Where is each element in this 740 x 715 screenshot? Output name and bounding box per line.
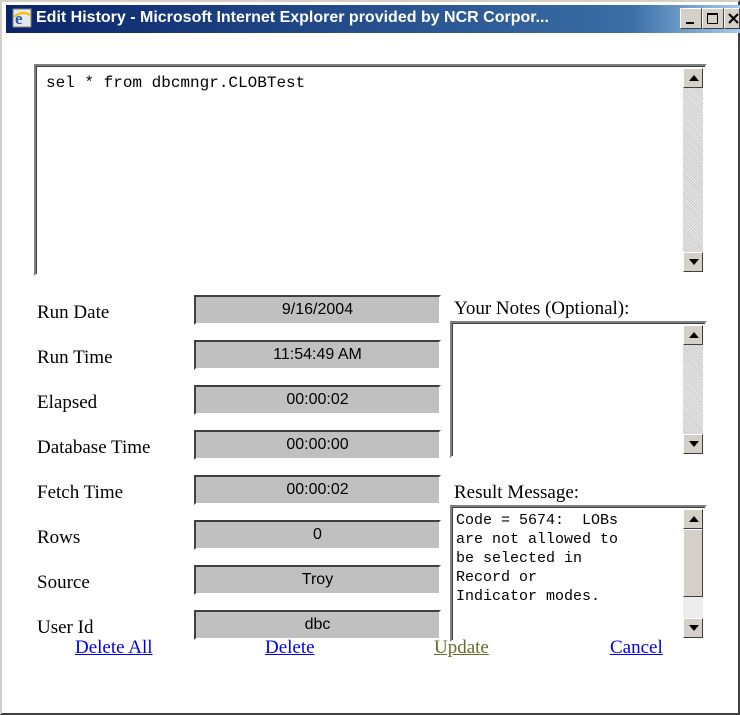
scroll-down-arrow-icon xyxy=(689,625,699,631)
edit-history-window: e Edit History - Microsoft Internet Expl… xyxy=(0,0,740,715)
user-id-label: User Id xyxy=(37,617,94,638)
notes-label: Your Notes (Optional): xyxy=(454,298,630,319)
query-text[interactable]: sel * from dbcmngr.CLOBTest xyxy=(46,74,305,92)
scroll-up-arrow-icon xyxy=(689,516,699,522)
database-time-label: Database Time xyxy=(37,437,151,458)
result-message-text[interactable]: Code = 5674: LOBs are not allowed to be … xyxy=(456,511,686,606)
fetch-time-value: 00:00:02 xyxy=(194,475,441,505)
scroll-down-arrow-icon xyxy=(689,259,699,265)
notes-textarea[interactable] xyxy=(450,321,707,458)
query-scroll-down-button[interactable] xyxy=(683,252,703,272)
svg-text:e: e xyxy=(15,9,23,28)
delete-link[interactable]: Delete xyxy=(265,637,315,659)
maximize-button[interactable] xyxy=(702,8,724,29)
run-date-label: Run Date xyxy=(37,302,110,323)
result-scroll-thumb[interactable] xyxy=(683,529,703,597)
run-time-value: 11:54:49 AM xyxy=(194,340,441,370)
title-bar[interactable]: e Edit History - Microsoft Internet Expl… xyxy=(6,5,740,33)
window-title: Edit History - Microsoft Internet Explor… xyxy=(36,9,549,26)
cancel-link[interactable]: Cancel xyxy=(610,637,663,659)
query-textarea[interactable]: sel * from dbcmngr.CLOBTest xyxy=(34,64,707,276)
elapsed-value: 00:00:02 xyxy=(194,385,441,415)
scroll-up-arrow-icon xyxy=(689,332,699,338)
notes-scroll-up-button[interactable] xyxy=(683,325,703,345)
elapsed-label: Elapsed xyxy=(37,392,98,413)
run-date-value: 9/16/2004 xyxy=(194,295,441,325)
rows-value: 0 xyxy=(194,520,441,550)
notes-scrollbar[interactable] xyxy=(683,325,703,454)
user-id-value: dbc xyxy=(194,610,441,640)
ie-icon: e xyxy=(12,8,32,28)
rows-label: Rows xyxy=(37,527,81,548)
notes-scroll-down-button[interactable] xyxy=(683,434,703,454)
close-icon xyxy=(728,13,739,24)
query-scrollbar[interactable] xyxy=(683,68,703,272)
maximize-icon xyxy=(707,13,718,24)
result-scroll-up-button[interactable] xyxy=(683,509,703,529)
minimize-button[interactable] xyxy=(680,8,702,29)
scroll-down-arrow-icon xyxy=(689,441,699,447)
close-button[interactable] xyxy=(724,8,740,29)
database-time-value: 00:00:00 xyxy=(194,430,441,460)
minimize-icon xyxy=(686,22,694,24)
run-time-label: Run Time xyxy=(37,347,113,368)
result-message-textarea[interactable]: Code = 5674: LOBs are not allowed to be … xyxy=(450,505,707,642)
query-scroll-up-button[interactable] xyxy=(683,68,703,88)
result-scrollbar[interactable] xyxy=(683,509,703,638)
result-message-label: Result Message: xyxy=(454,482,580,503)
update-link[interactable]: Update xyxy=(434,637,489,659)
scroll-up-arrow-icon xyxy=(689,75,699,81)
delete-all-link[interactable]: Delete All xyxy=(75,637,153,659)
source-value: Troy xyxy=(194,565,441,595)
dialog-content: sel * from dbcmngr.CLOBTest Run Date Run… xyxy=(6,33,736,711)
fetch-time-label: Fetch Time xyxy=(37,482,124,503)
source-label: Source xyxy=(37,572,90,593)
result-scroll-down-button[interactable] xyxy=(683,618,703,638)
